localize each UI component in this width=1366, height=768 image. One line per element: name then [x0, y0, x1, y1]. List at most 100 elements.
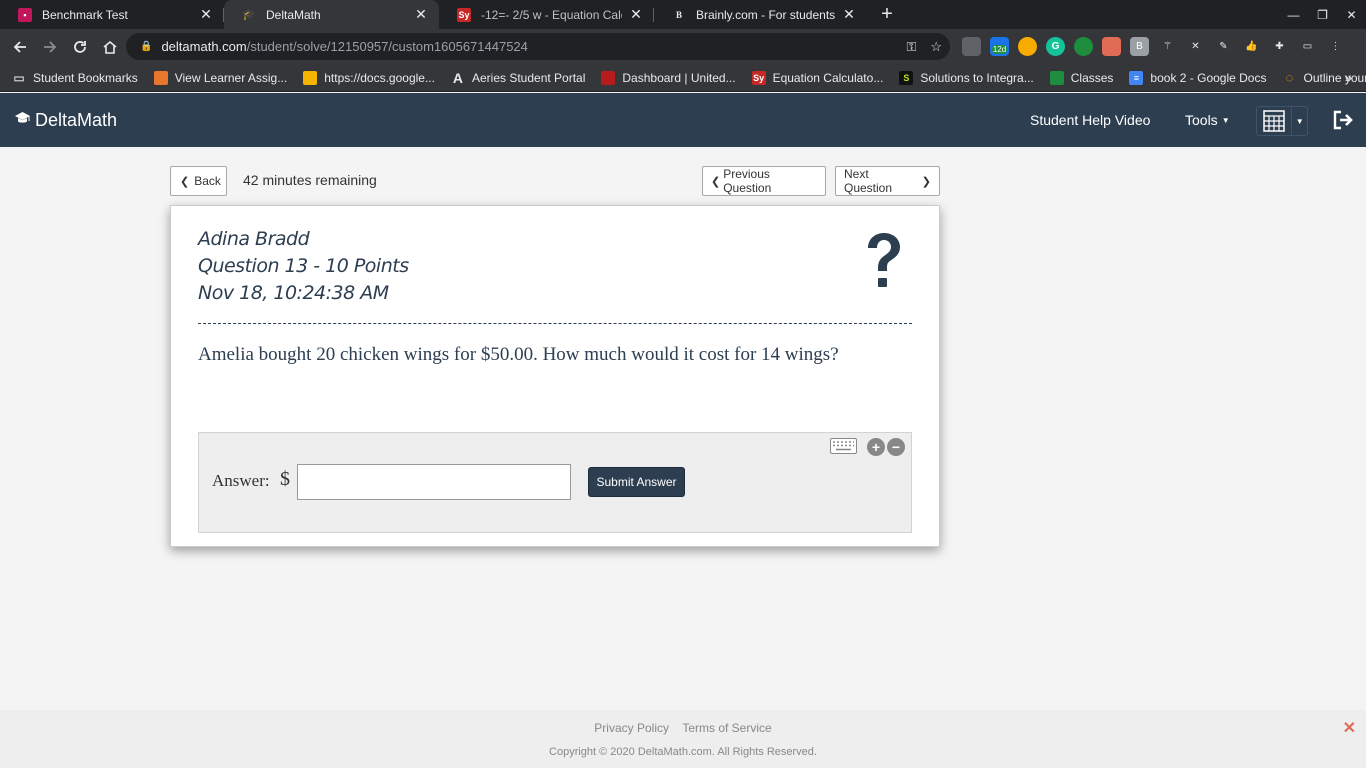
new-tab-button[interactable]: +	[873, 0, 901, 29]
minimize-icon[interactable]: —	[1279, 0, 1308, 29]
reload-icon[interactable]	[66, 33, 94, 61]
cast-icon[interactable]: ▭	[1298, 37, 1317, 56]
puzzle-icon[interactable]: ✚	[1270, 37, 1289, 56]
close-icon[interactable]: ✕	[413, 6, 429, 23]
zoom-in-icon[interactable]: +	[867, 438, 885, 456]
bookmark-label: Student Bookmarks	[33, 70, 138, 85]
bookmark-item[interactable]: ≡ book 2 - Google Docs	[1129, 70, 1266, 85]
bookmark-item[interactable]: A Aeries Student Portal	[451, 70, 585, 86]
slader-icon: S	[899, 70, 914, 85]
close-icon[interactable]: ✕	[1343, 718, 1356, 738]
folder-icon: ▭	[13, 70, 25, 85]
keyboard-icon[interactable]	[830, 438, 857, 454]
next-question-button[interactable]: Next Question ❯	[835, 166, 940, 196]
answer-input[interactable]	[297, 464, 571, 500]
google-slides-icon	[303, 70, 318, 85]
lock-icon: 🔒	[140, 41, 153, 52]
tools-label: Tools	[1185, 112, 1218, 128]
browser-tab-active[interactable]: 🎓 DeltaMath ✕	[224, 0, 439, 29]
back-button-label: Back	[194, 174, 221, 188]
browser-tab[interactable]: B Brainly.com - For students. By st ✕	[654, 0, 867, 29]
student-help-video-link[interactable]: Student Help Video	[1030, 93, 1150, 147]
tab-title: -12=- 2/5 w - Equation Calculato	[481, 7, 622, 22]
mute-icon[interactable]: ✕	[1186, 37, 1205, 56]
bookmark-item[interactable]: Sy Equation Calculato...	[751, 70, 884, 85]
graduation-cap-icon: 🎓	[242, 9, 256, 21]
next-question-label: Next Question	[844, 167, 893, 195]
calculator-button[interactable]: ▼	[1256, 106, 1308, 136]
divider	[198, 323, 912, 324]
extension-icon[interactable]: ⚚	[1158, 37, 1177, 56]
footer-links: Privacy Policy Terms of Service	[0, 721, 1366, 735]
graduation-cap-icon	[14, 111, 31, 129]
bookmark-item[interactable]: ▭ Student Bookmarks	[12, 70, 138, 85]
close-icon[interactable]: ✕	[198, 6, 214, 23]
terms-of-service-link[interactable]: Terms of Service	[682, 721, 771, 735]
calculator-icon[interactable]	[1257, 107, 1291, 135]
close-window-icon[interactable]: ✕	[1337, 0, 1366, 29]
brainly-icon: B	[675, 9, 682, 20]
bookmark-favicon-icon: ◌	[1285, 70, 1294, 85]
tools-dropdown[interactable]: Tools ▼	[1185, 93, 1230, 147]
bookmark-item[interactable]: ◌ Outline your Novel...	[1282, 70, 1366, 85]
bookmark-item[interactable]: Classes	[1049, 70, 1114, 85]
grammarly-icon[interactable]: G	[1046, 37, 1065, 56]
copyright-text: Copyright © 2020 DeltaMath.com. All Righ…	[549, 746, 817, 758]
logout-icon[interactable]	[1330, 106, 1356, 134]
bookmark-item[interactable]: S Solutions to Integra...	[899, 70, 1034, 85]
submit-answer-button[interactable]: Submit Answer	[588, 467, 685, 497]
question-meta: Adina Bradd Question 13 - 10 Points Nov …	[198, 226, 409, 307]
site-header: DeltaMath Student Help Video Tools ▼ ▼	[0, 93, 1366, 147]
extension-icon[interactable]	[1102, 37, 1121, 56]
bookmark-item[interactable]: View Learner Assig...	[153, 70, 287, 85]
back-button[interactable]: ❮ Back	[170, 166, 227, 196]
bookmark-label: Dashboard | United...	[622, 70, 736, 85]
bookmark-item[interactable]: https://docs.google...	[303, 70, 435, 85]
tab-title: Brainly.com - For students. By st	[696, 7, 835, 22]
privacy-policy-link[interactable]: Privacy Policy	[594, 721, 669, 735]
student-name: Adina Bradd	[198, 228, 310, 250]
window-controls: — ❐ ✕	[1279, 0, 1366, 29]
browser-tab[interactable]: Sy -12=- 2/5 w - Equation Calculato ✕	[439, 0, 654, 29]
forward-arrow-icon[interactable]	[36, 33, 64, 61]
bookmarks-overflow-icon[interactable]: »	[1345, 70, 1352, 85]
bookmark-label: Outline your Novel...	[1303, 70, 1366, 85]
url-host: deltamath.com	[161, 39, 247, 54]
bookmark-star-icon[interactable]: ☆	[930, 39, 942, 55]
zoom-out-icon[interactable]: −	[887, 438, 905, 456]
question-card: Adina Bradd Question 13 - 10 Points Nov …	[170, 205, 940, 547]
extension-icon[interactable]	[962, 37, 981, 56]
chevron-right-icon: ❯	[921, 175, 931, 188]
restore-icon[interactable]: ❐	[1308, 0, 1337, 29]
browser-tab[interactable]: ▪ Benchmark Test ✕	[0, 0, 224, 29]
extension-icon[interactable]: B	[1130, 37, 1149, 56]
chevron-left-icon: ❮	[180, 175, 190, 188]
caret-down-icon[interactable]: ▼	[1291, 107, 1307, 135]
bookmark-item[interactable]: Dashboard | United...	[601, 70, 736, 85]
chevron-left-icon: ❮	[711, 175, 721, 188]
browser-toolbar: 🔒 deltamath.com/student/solve/12150957/c…	[0, 29, 1366, 64]
extension-icon[interactable]	[1074, 37, 1093, 56]
symbolab-icon: Sy	[457, 7, 471, 22]
compass-extension-icon[interactable]	[1018, 37, 1037, 56]
close-icon[interactable]: ✕	[841, 6, 857, 23]
address-bar[interactable]: 🔒 deltamath.com/student/solve/12150957/c…	[126, 33, 950, 60]
bookmark-label: Classes	[1070, 70, 1114, 85]
home-icon[interactable]	[96, 33, 124, 61]
url-path: /student/solve/12150957/custom1605671447…	[246, 39, 528, 54]
help-question-mark-icon[interactable]	[860, 230, 908, 294]
extension-icon[interactable]: ✎	[1214, 37, 1233, 56]
brand-logo[interactable]: DeltaMath	[14, 93, 117, 147]
previous-question-label: Previous Question	[723, 167, 772, 195]
previous-question-button[interactable]: ❮ Previous Question	[702, 166, 826, 196]
key-icon[interactable]: ⚿	[906, 39, 916, 55]
calendar-extension-icon[interactable]: 12d	[990, 37, 1009, 56]
bookmark-label: Equation Calculato...	[772, 70, 884, 85]
google-classroom-icon	[1049, 70, 1064, 85]
menu-kebab-icon[interactable]: ⋮	[1326, 37, 1345, 56]
tab-title: DeltaMath	[266, 7, 321, 22]
back-arrow-icon[interactable]	[6, 33, 34, 61]
close-icon[interactable]: ✕	[628, 6, 644, 23]
question-number: Question 13 - 10 Points	[198, 255, 409, 277]
thumbs-up-icon[interactable]: 👍	[1242, 37, 1261, 56]
